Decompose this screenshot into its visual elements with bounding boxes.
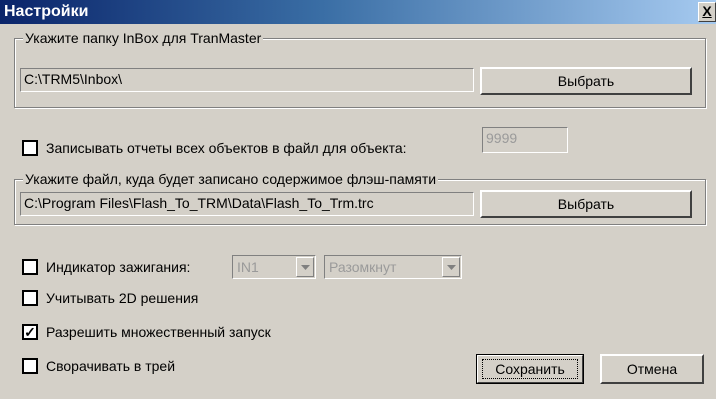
flash-path-field[interactable]: C:\Program Files\Flash_To_TRM\Data\Flash… bbox=[20, 192, 474, 216]
report-object-field[interactable]: 9999 bbox=[482, 127, 568, 153]
title-bar: Настройки X bbox=[0, 0, 716, 24]
minimize-tray-checkbox[interactable] bbox=[22, 358, 38, 374]
close-button[interactable]: X bbox=[698, 2, 716, 22]
ignition-checkbox[interactable] bbox=[22, 259, 38, 275]
write-reports-checkbox[interactable] bbox=[22, 140, 38, 156]
ignition-state-select[interactable]: Разомкнут bbox=[324, 255, 462, 279]
ignition-input-select[interactable]: IN1 bbox=[232, 255, 316, 279]
inbox-browse-button[interactable]: Выбрать bbox=[480, 67, 692, 95]
inbox-path-field[interactable]: C:\TRM5\Inbox\ bbox=[20, 68, 474, 92]
write-reports-label: Записывать отчеты всех объектов в файл д… bbox=[46, 140, 407, 156]
multi-launch-label: Разрешить множественный запуск bbox=[46, 324, 271, 340]
chevron-down-icon bbox=[447, 265, 456, 270]
ignition-label: Индикатор зажигания: bbox=[46, 259, 191, 275]
use-2d-checkbox[interactable] bbox=[22, 290, 38, 306]
flash-browse-button[interactable]: Выбрать bbox=[480, 190, 692, 218]
use-2d-label: Учитывать 2D решения bbox=[46, 290, 199, 306]
cancel-button[interactable]: Отмена bbox=[600, 354, 704, 384]
chevron-down-icon bbox=[301, 265, 310, 270]
save-button[interactable]: Сохранить bbox=[476, 354, 584, 384]
ignition-input-value: IN1 bbox=[237, 259, 259, 275]
save-button-label: Сохранить bbox=[482, 359, 578, 379]
ignition-state-dropdown-button[interactable] bbox=[442, 257, 460, 277]
inbox-group-legend: Укажите папку InBox для TranMaster bbox=[23, 29, 264, 47]
ignition-state-value: Разомкнут bbox=[329, 259, 397, 275]
close-icon: X bbox=[702, 3, 712, 19]
window-title: Настройки bbox=[4, 3, 89, 20]
ignition-input-dropdown-button[interactable] bbox=[296, 257, 314, 277]
check-icon: ✓ bbox=[24, 324, 36, 340]
multi-launch-checkbox[interactable]: ✓ bbox=[22, 324, 38, 340]
minimize-tray-label: Сворачивать в трей bbox=[46, 358, 176, 374]
flash-group-legend: Укажите файл, куда будет записано содерж… bbox=[23, 170, 439, 188]
